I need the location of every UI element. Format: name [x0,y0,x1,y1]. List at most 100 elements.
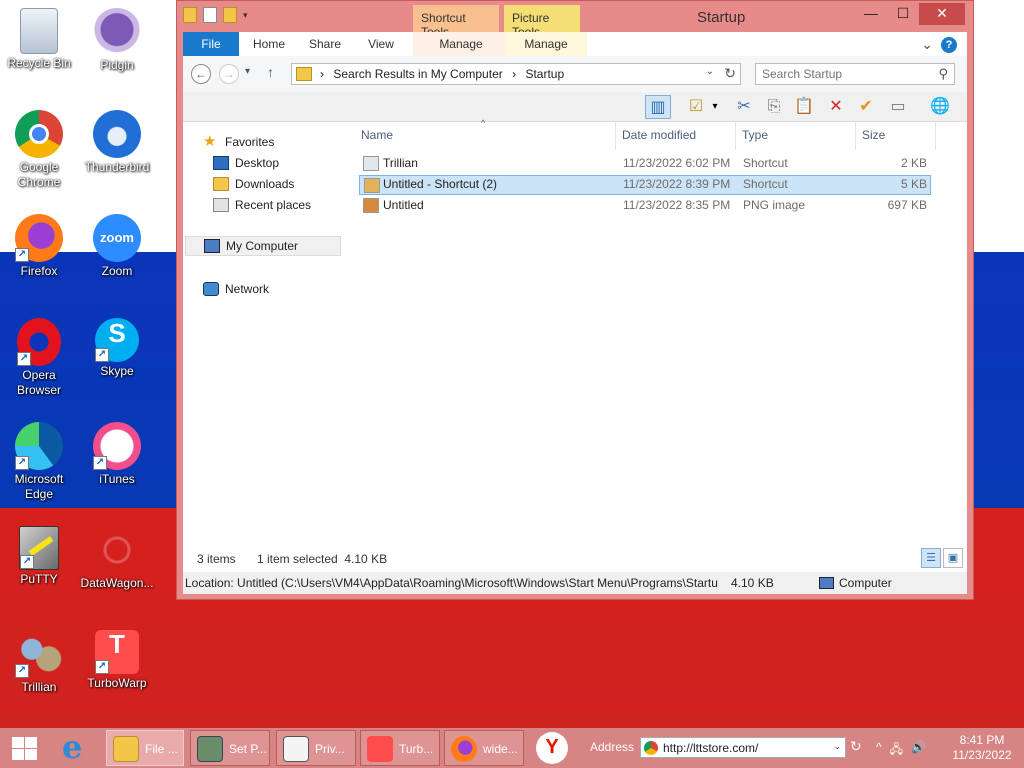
file-type: Shortcut [743,177,788,191]
internet-explorer-button[interactable]: e [58,728,98,766]
volume-icon[interactable]: 🔊 [911,740,926,761]
window-title: Startup [697,9,746,26]
desktop-icon-skype[interactable]: S ↗ Skype [78,318,156,379]
firefox-icon: ↗ [15,214,63,262]
file-type: PNG image [743,198,806,212]
show-hidden-icons-icon[interactable]: ^ [876,740,882,761]
back-button[interactable]: ← [191,64,211,84]
taskbar-privacy[interactable]: Priv... [276,730,356,766]
properties-button[interactable]: ☑ [683,95,709,119]
pidgin-icon [93,8,141,56]
search-input[interactable] [756,64,926,84]
desktop-icon-label: Google Chrome [17,160,61,189]
recent-locations-button[interactable]: ▾ [245,66,250,77]
address-refresh-icon[interactable]: ↻ [850,738,862,755]
column-divider[interactable] [855,122,856,150]
cut-button[interactable]: ✂ [731,95,757,119]
nav-recent-places[interactable]: Recent places [213,195,311,215]
folder-icon[interactable] [183,7,197,23]
turbowarp-glyph: T [109,629,125,659]
computer-icon [819,577,834,589]
desktop-icon-putty[interactable]: ↗ PuTTY [0,526,78,587]
internet-button[interactable]: 🌐 [927,95,953,119]
taskbar-set-program[interactable]: Set P... [190,730,270,766]
close-button[interactable]: ✕ [919,3,965,25]
desktop-icon-chrome[interactable]: Google Chrome [0,110,78,190]
taskbar-firefox[interactable]: wide... [444,730,524,766]
clock[interactable]: 8:41 PM 11/23/2022 [950,733,1014,763]
search-icon[interactable]: ⚲ [938,66,948,82]
tab-file[interactable]: File [183,32,239,56]
url-dropdown-icon[interactable]: ⌄ [833,741,841,752]
address-toolbar-field[interactable]: http://lttstore.com/ ⌄ [640,737,846,758]
file-row-trillian[interactable]: Trillian 11/23/2022 6:02 PM Shortcut 2 K… [359,154,931,174]
network-icon[interactable]: 🖧 [890,740,903,761]
desktop-icon-itunes[interactable]: ↗ iTunes [78,422,156,487]
nav-favorites[interactable]: ★ Favorites [203,132,274,152]
details-view-button[interactable]: ☰ [921,548,941,568]
column-size[interactable]: Size [862,128,885,142]
minimize-button[interactable]: — [855,3,887,25]
title-bar[interactable]: ▾ Shortcut Tools Picture Tools Startup —… [177,1,973,39]
rename-button[interactable]: ✔ [853,95,879,119]
expand-ribbon-icon[interactable]: ⌄ [921,36,933,53]
desktop-icon-datawagon[interactable]: DataWagon... [78,526,156,591]
tab-home[interactable]: Home [245,32,293,56]
file-row-untitled-shortcut[interactable]: Untitled - Shortcut (2) 11/23/2022 8:39 … [359,175,931,195]
paste-button[interactable]: 📋 [791,95,817,119]
copy-button[interactable]: ⎘ [761,95,787,119]
refresh-icon[interactable]: ↻ [724,65,736,82]
content-area: ★ Favorites Desktop Downloads Recent pla… [183,118,967,572]
options-button[interactable]: ▭ [885,95,911,119]
forward-button[interactable]: → [219,64,239,84]
nav-desktop[interactable]: Desktop [213,153,279,173]
yandex-button[interactable]: Y [536,732,568,764]
properties-dropdown[interactable]: ▾ [709,95,721,119]
taskbar-file-explorer[interactable]: File ... [106,730,184,766]
column-divider[interactable] [935,122,936,150]
desktop-icon-pidgin[interactable]: Pidgin [78,8,156,73]
address-dropdown-icon[interactable]: ⌄ [706,66,714,77]
properties-icon[interactable] [203,7,217,23]
desktop-icon-zoom[interactable]: zoom Zoom [78,214,156,279]
desktop-icon-label: Opera Browser [16,368,61,397]
file-row-untitled[interactable]: Untitled 11/23/2022 8:35 PM PNG image 69… [359,196,931,216]
nav-network[interactable]: Network [203,279,269,299]
nav-downloads[interactable]: Downloads [213,174,294,194]
column-type[interactable]: Type [742,128,768,142]
file-size: 5 KB [900,177,927,191]
window-controls: — ☐ ✕ [855,3,965,25]
start-button[interactable] [0,728,48,768]
help-icon[interactable]: ? [941,36,957,53]
tab-share[interactable]: Share [303,32,347,56]
customize-qat-icon[interactable]: ▾ [243,7,253,23]
zoom-icon: zoom [93,214,141,262]
tab-manage-picture[interactable]: Manage [505,32,587,56]
delete-button[interactable]: ✕ [823,95,849,119]
breadcrumb-item[interactable]: Startup [525,67,564,81]
tab-view[interactable]: View [359,32,403,56]
desktop-icon-turbowarp[interactable]: T ↗ TurboWarp [78,630,156,691]
taskbar-turbowarp[interactable]: Turb... [360,730,440,766]
large-icons-view-button[interactable]: ▣ [943,548,963,568]
column-divider[interactable] [735,122,736,150]
preview-pane-button[interactable]: ▥ [645,95,671,119]
location-zone: Computer [819,576,892,590]
desktop-icon-firefox[interactable]: ↗ Firefox [0,214,78,279]
desktop-icon-thunderbird[interactable]: Thunderbird [78,110,156,175]
desktop-icon-label: PuTTY [20,572,58,586]
address-field[interactable]: › Search Results in My Computer › Startu… [291,63,741,85]
tab-manage-shortcut[interactable]: Manage [413,32,509,56]
column-date-modified[interactable]: Date modified [622,128,696,142]
maximize-button[interactable]: ☐ [887,3,919,25]
nav-my-computer[interactable]: My Computer [185,236,341,256]
desktop-icon-opera[interactable]: ↗ Opera Browser [0,318,78,398]
desktop-icon-recycle-bin[interactable]: Recycle Bin [0,8,78,71]
column-divider[interactable] [615,122,616,150]
column-name[interactable]: Name [361,128,393,142]
new-folder-icon[interactable] [223,7,237,23]
desktop-icon-edge[interactable]: ↗ Microsoft Edge [0,422,78,502]
up-button[interactable]: ↑ [267,64,274,80]
desktop-icon-trillian[interactable]: ↗ Trillian [0,630,78,695]
breadcrumb-item[interactable]: Search Results in My Computer [333,67,502,81]
